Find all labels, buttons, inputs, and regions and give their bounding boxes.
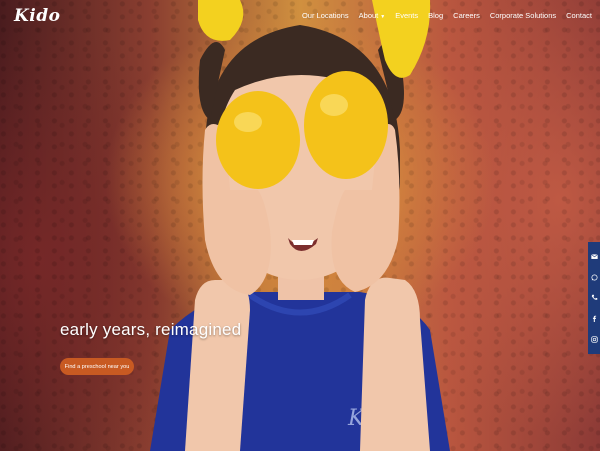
hero-banner: Kido	[0, 0, 600, 451]
right-lemon	[304, 71, 388, 179]
chevron-down-icon: ▼	[380, 14, 386, 20]
kido-logo[interactable]: Kido	[14, 6, 60, 26]
find-preschool-button[interactable]: Find a preschool near you	[60, 358, 134, 375]
whatsapp-icon[interactable]	[590, 273, 598, 281]
phone-icon[interactable]	[590, 294, 598, 302]
facebook-icon[interactable]	[590, 315, 598, 323]
left-arm	[185, 280, 250, 451]
hero-photo-child-with-lemons: Kido	[150, 0, 450, 451]
social-sidebar	[588, 242, 600, 354]
left-lemon	[216, 91, 300, 189]
main-nav: Our Locations About ▼ Events Blog Careers…	[302, 11, 592, 20]
hero-headline: early years, reimagined	[60, 320, 242, 339]
left-hair-bow	[198, 0, 244, 41]
nav-item-our-locations[interactable]: Our Locations	[302, 11, 349, 20]
nav-item-corporate-solutions[interactable]: Corporate Solutions	[490, 11, 556, 20]
right-arm	[360, 277, 430, 451]
email-icon[interactable]	[590, 252, 598, 260]
instagram-icon[interactable]	[590, 336, 598, 344]
nav-item-events[interactable]: Events	[395, 11, 418, 20]
nav-item-contact[interactable]: Contact	[566, 11, 592, 20]
nav-item-blog[interactable]: Blog	[428, 11, 443, 20]
nav-item-about[interactable]: About ▼	[359, 11, 386, 20]
nav-item-careers[interactable]: Careers	[453, 11, 480, 20]
